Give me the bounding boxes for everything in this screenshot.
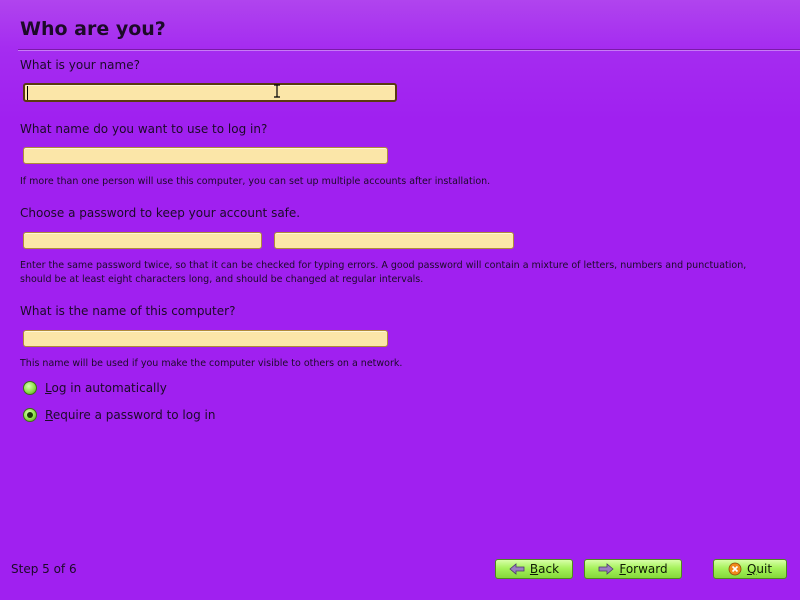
password-field[interactable] [23, 232, 262, 249]
quit-button-label: Quit [746, 562, 773, 576]
password-hint-line-1: Enter the same password twice, so that i… [20, 260, 747, 271]
password-hint-line-2: should be at least eight characters long… [20, 274, 424, 285]
login-name-hint: If more than one person will use this co… [20, 176, 491, 187]
login-name-field[interactable] [23, 147, 388, 164]
password-hint: Enter the same password twice, so that i… [20, 259, 796, 287]
quit-button[interactable]: Quit [713, 559, 787, 579]
cancel-icon [728, 562, 742, 576]
arrow-left-icon [509, 563, 525, 575]
password-label: Choose a password to keep your account s… [20, 206, 301, 220]
login-name-label: What name do you want to use to log in? [20, 122, 268, 136]
arrow-right-icon [598, 563, 614, 575]
name-label: What is your name? [20, 58, 140, 72]
require-password-label: Require a password to log in [45, 408, 216, 422]
back-button-label: Back [529, 562, 560, 576]
full-name-field[interactable] [23, 83, 397, 102]
computer-name-label: What is the name of this computer? [20, 304, 236, 318]
login-automatically-option[interactable]: Log in automatically [23, 381, 167, 395]
back-button[interactable]: Back [495, 559, 573, 579]
require-password-option[interactable]: Require a password to log in [23, 408, 215, 422]
login-automatically-radio[interactable] [23, 381, 37, 395]
require-password-radio[interactable] [23, 408, 37, 422]
computer-name-field[interactable] [23, 330, 388, 347]
forward-button-label: Forward [619, 562, 668, 576]
ibeam-cursor-icon [274, 84, 280, 98]
step-indicator: Step 5 of 6 [11, 562, 77, 576]
title-divider [18, 49, 800, 51]
login-automatically-label: Log in automatically [45, 381, 167, 395]
forward-button[interactable]: Forward [584, 559, 682, 579]
computer-name-hint: This name will be used if you make the c… [20, 358, 403, 369]
confirm-password-field[interactable] [274, 232, 514, 249]
text-caret [27, 86, 28, 100]
page-title: Who are you? [20, 18, 166, 40]
